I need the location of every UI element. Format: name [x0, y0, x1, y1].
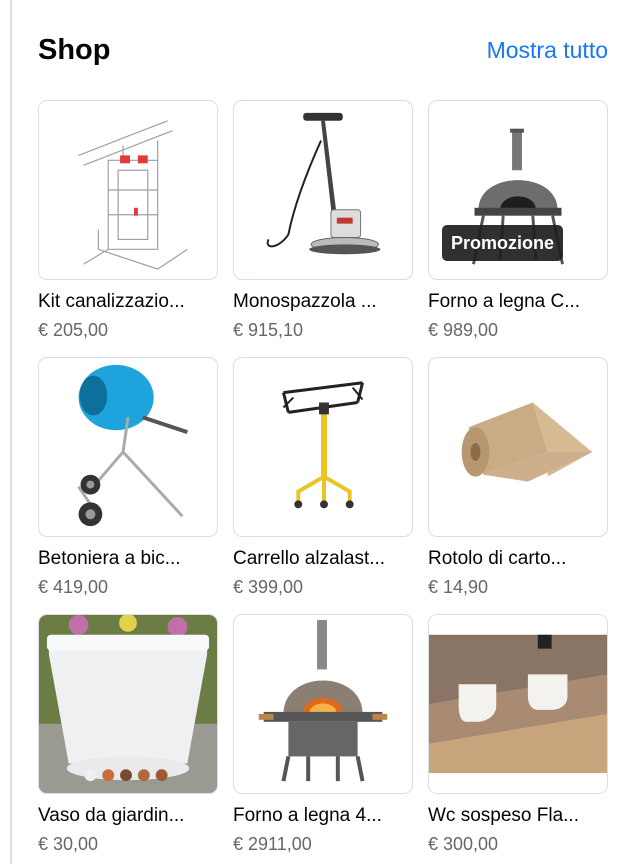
product-price: € 2911,00 — [233, 834, 312, 854]
shop-panel: Shop Mostra tutto Kit canalizzazio... € … — [38, 28, 608, 854]
shop-header: Shop Mostra tutto — [38, 28, 608, 72]
product-card[interactable]: Vaso da giardin... € 30,00 — [38, 614, 218, 864]
product-price: € 419,00 — [38, 577, 109, 597]
left-divider — [10, 0, 12, 864]
product-price: € 205,00 — [38, 320, 109, 340]
duct-kit-icon — [78, 120, 188, 270]
panel-lift-icon — [282, 381, 364, 509]
product-card[interactable]: Monospazzola ... € 915,10 — [233, 100, 413, 357]
product-image — [38, 100, 218, 280]
product-image — [38, 357, 218, 537]
product-price: € 989,00 — [428, 320, 499, 340]
product-name: Wc sospeso Fla... — [428, 805, 579, 826]
product-price: € 30,00 — [38, 834, 99, 854]
garden-vase-icon — [39, 615, 217, 793]
promotion-badge: Promozione — [442, 225, 564, 261]
product-grid: Kit canalizzazio... € 205,00 Monospazzol… — [38, 100, 608, 864]
product-price: € 300,00 — [428, 834, 499, 854]
floor-scrubber-icon — [266, 112, 381, 255]
wall-toilet-icon — [429, 615, 607, 793]
product-name: Carrello alzalast... — [233, 548, 386, 569]
product-image — [233, 614, 413, 794]
product-image — [38, 614, 218, 794]
product-image — [233, 100, 413, 280]
product-price: € 399,00 — [233, 577, 304, 597]
product-image: Promozione — [428, 100, 608, 280]
product-price: € 915,10 — [233, 320, 304, 340]
product-card[interactable]: Rotolo di carto... € 14,90 — [428, 357, 608, 614]
product-name: Kit canalizzazio... — [38, 291, 185, 312]
cement-mixer-icon — [77, 364, 188, 527]
product-card[interactable]: Betoniera a bic... € 419,00 — [38, 357, 218, 614]
product-card[interactable]: Kit canalizzazio... € 205,00 — [38, 100, 218, 357]
product-card[interactable]: Forno a legna 4... € 2911,00 — [233, 614, 413, 864]
see-all-link[interactable]: Mostra tutto — [487, 37, 608, 64]
product-card[interactable]: Wc sospeso Fla... € 300,00 — [428, 614, 608, 864]
product-price: € 14,90 — [428, 577, 489, 597]
product-name: Monospazzola ... — [233, 291, 377, 312]
product-image — [428, 357, 608, 537]
product-name: Forno a legna 4... — [233, 805, 382, 826]
product-name: Forno a legna C... — [428, 291, 581, 312]
product-image — [428, 614, 608, 794]
product-image — [233, 357, 413, 537]
cardboard-roll-icon — [461, 402, 593, 482]
product-name: Rotolo di carto... — [428, 548, 567, 569]
product-card[interactable]: Carrello alzalast... € 399,00 — [233, 357, 413, 614]
shop-title: Shop — [38, 33, 111, 66]
wood-oven-icon — [258, 619, 388, 782]
product-name: Vaso da giardin... — [38, 805, 185, 826]
product-name: Betoniera a bic... — [38, 548, 181, 569]
product-card[interactable]: Promozione Forno a legna C... € 989,00 — [428, 100, 608, 357]
